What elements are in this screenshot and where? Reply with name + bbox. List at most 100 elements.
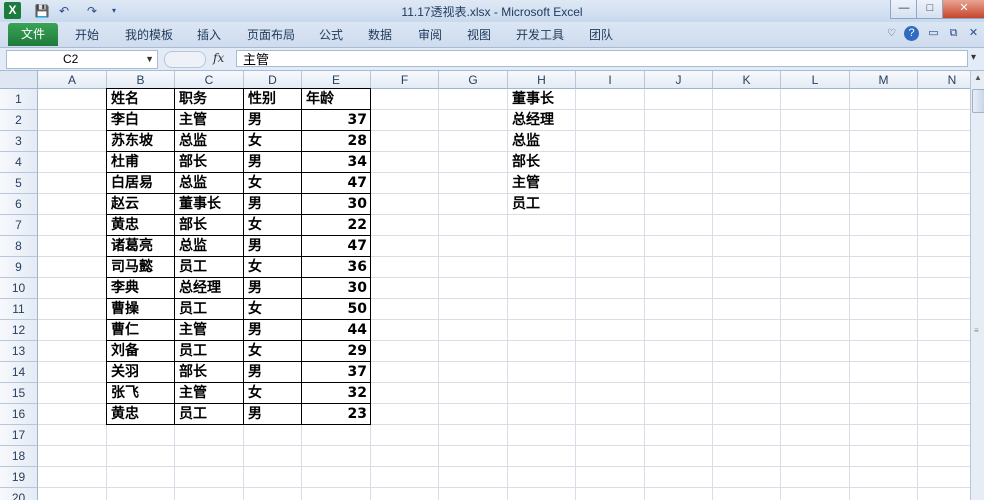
chevron-down-icon[interactable]: ▼ <box>145 51 154 68</box>
vertical-scrollbar[interactable]: ▲ ≡ <box>970 71 984 500</box>
column-header-a[interactable]: A <box>38 71 107 89</box>
row-header-8[interactable]: 8 <box>0 236 38 257</box>
tab-my-templates[interactable]: 我的模板 <box>125 26 173 43</box>
row-header-2[interactable]: 2 <box>0 110 38 131</box>
table-cell[interactable]: 黄忠 <box>107 215 175 236</box>
position-list-cell[interactable]: 总监 <box>508 131 576 152</box>
ribbon-collapse-icon[interactable]: ♡ <box>884 26 899 41</box>
position-list-cell[interactable]: 部长 <box>508 152 576 173</box>
table-cell[interactable]: 李白 <box>107 110 175 131</box>
column-header-i[interactable]: I <box>576 71 645 89</box>
table-cell[interactable]: 50 <box>302 299 371 320</box>
table-cell[interactable]: 女 <box>244 383 302 404</box>
table-cell[interactable]: 主管 <box>175 110 244 131</box>
table-cell[interactable]: 男 <box>244 110 302 131</box>
column-header-e[interactable]: E <box>302 71 371 89</box>
table-cell[interactable]: 30 <box>302 278 371 299</box>
row-header-20[interactable]: 20 <box>0 488 38 500</box>
column-header-g[interactable]: G <box>439 71 508 89</box>
table-cell[interactable]: 员工 <box>175 257 244 278</box>
row-header-15[interactable]: 15 <box>0 383 38 404</box>
table-cell[interactable]: 女 <box>244 131 302 152</box>
table-cell[interactable]: 曹操 <box>107 299 175 320</box>
table-cell[interactable]: 苏东坡 <box>107 131 175 152</box>
close-button[interactable]: ✕ <box>942 0 984 19</box>
column-header-l[interactable]: L <box>781 71 850 89</box>
column-header-d[interactable]: D <box>244 71 302 89</box>
table-cell[interactable]: 关羽 <box>107 362 175 383</box>
help-icon[interactable]: ? <box>904 26 919 41</box>
position-list-cell[interactable]: 员工 <box>508 194 576 215</box>
row-header-16[interactable]: 16 <box>0 404 38 425</box>
table-cell[interactable]: 总监 <box>175 236 244 257</box>
formula-input[interactable]: 主管 <box>236 50 968 67</box>
row-header-10[interactable]: 10 <box>0 278 38 299</box>
table-cell[interactable]: 男 <box>244 278 302 299</box>
table-cell[interactable]: 部长 <box>175 152 244 173</box>
row-header-3[interactable]: 3 <box>0 131 38 152</box>
tab-view[interactable]: 视图 <box>467 26 491 43</box>
table-cell[interactable]: 37 <box>302 362 371 383</box>
table-cell[interactable]: 部长 <box>175 215 244 236</box>
table-cell[interactable]: 男 <box>244 362 302 383</box>
row-header-19[interactable]: 19 <box>0 467 38 488</box>
table-cell[interactable]: 张飞 <box>107 383 175 404</box>
table-cell[interactable]: 员工 <box>175 341 244 362</box>
table-cell[interactable]: 男 <box>244 194 302 215</box>
column-header-m[interactable]: M <box>850 71 918 89</box>
table-cell[interactable]: 女 <box>244 341 302 362</box>
formula-bar-splitter[interactable] <box>164 51 206 68</box>
table-header-cell[interactable]: 姓名 <box>107 89 175 110</box>
table-cell[interactable]: 23 <box>302 404 371 425</box>
table-cell[interactable]: 杜甫 <box>107 152 175 173</box>
table-cell[interactable]: 李典 <box>107 278 175 299</box>
column-header-j[interactable]: J <box>645 71 713 89</box>
table-header-cell[interactable]: 职务 <box>175 89 244 110</box>
column-header-h[interactable]: H <box>508 71 576 89</box>
scroll-thumb[interactable] <box>972 89 984 113</box>
table-cell[interactable]: 员工 <box>175 299 244 320</box>
tab-data[interactable]: 数据 <box>368 26 392 43</box>
position-list-cell[interactable]: 主管 <box>508 173 576 194</box>
row-header-7[interactable]: 7 <box>0 215 38 236</box>
table-cell[interactable]: 30 <box>302 194 371 215</box>
table-cell[interactable]: 总监 <box>175 173 244 194</box>
workbook-restore-icon[interactable]: ⧉ <box>946 26 961 41</box>
tab-team[interactable]: 团队 <box>589 26 613 43</box>
expand-formula-bar-icon[interactable]: ▾ <box>971 52 976 63</box>
tab-file[interactable]: 文件 <box>8 23 58 46</box>
table-cell[interactable]: 白居易 <box>107 173 175 194</box>
table-cell[interactable]: 女 <box>244 299 302 320</box>
table-cell[interactable]: 47 <box>302 236 371 257</box>
table-cell[interactable]: 32 <box>302 383 371 404</box>
table-cell[interactable]: 44 <box>302 320 371 341</box>
row-header-13[interactable]: 13 <box>0 341 38 362</box>
row-header-5[interactable]: 5 <box>0 173 38 194</box>
table-cell[interactable]: 曹仁 <box>107 320 175 341</box>
workbook-minimize-icon[interactable]: ▭ <box>926 26 941 41</box>
tab-page-layout[interactable]: 页面布局 <box>247 26 295 43</box>
table-cell[interactable]: 男 <box>244 152 302 173</box>
table-cell[interactable]: 司马懿 <box>107 257 175 278</box>
table-cell[interactable]: 36 <box>302 257 371 278</box>
table-cell[interactable]: 诸葛亮 <box>107 236 175 257</box>
column-header-f[interactable]: F <box>371 71 439 89</box>
scroll-split-icon[interactable]: ≡ <box>974 326 979 335</box>
column-header-c[interactable]: C <box>175 71 244 89</box>
table-cell[interactable]: 刘备 <box>107 341 175 362</box>
column-header-b[interactable]: B <box>107 71 175 89</box>
row-header-12[interactable]: 12 <box>0 320 38 341</box>
tab-review[interactable]: 审阅 <box>418 26 442 43</box>
table-cell[interactable]: 37 <box>302 110 371 131</box>
table-cell[interactable]: 22 <box>302 215 371 236</box>
tab-formulas[interactable]: 公式 <box>319 26 343 43</box>
table-cell[interactable]: 赵云 <box>107 194 175 215</box>
table-header-cell[interactable]: 年龄 <box>302 89 371 110</box>
tab-developer[interactable]: 开发工具 <box>516 26 564 43</box>
table-cell[interactable]: 男 <box>244 404 302 425</box>
table-cell[interactable]: 女 <box>244 257 302 278</box>
table-cell[interactable]: 主管 <box>175 383 244 404</box>
table-header-cell[interactable]: 性别 <box>244 89 302 110</box>
table-cell[interactable]: 黄忠 <box>107 404 175 425</box>
table-cell[interactable]: 28 <box>302 131 371 152</box>
